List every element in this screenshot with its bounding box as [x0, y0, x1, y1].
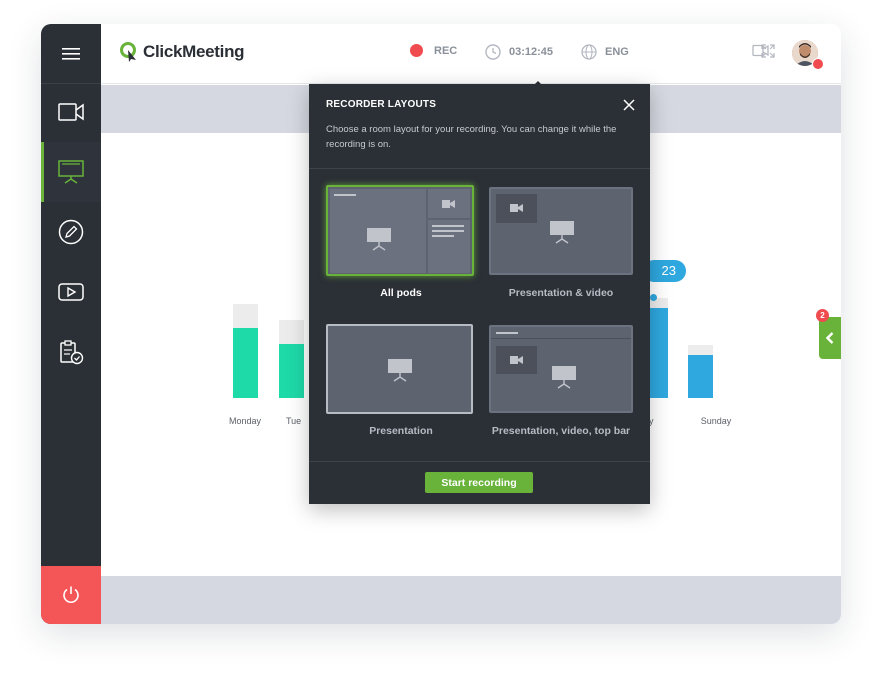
modal-divider-bottom [309, 461, 650, 462]
camera-icon [510, 356, 523, 364]
bar-monday [233, 328, 258, 398]
camera-icon [442, 200, 455, 208]
bar-sunday [688, 355, 713, 398]
layout-label-presentation-video-topbar: Presentation, video, top bar [491, 425, 631, 437]
clickmeeting-logo-icon [120, 42, 136, 62]
modal-title: RECORDER LAYOUTS [326, 99, 437, 110]
video-camera-icon [58, 103, 84, 121]
rec-label: REC [434, 44, 458, 57]
power-button[interactable] [41, 566, 101, 624]
globe-icon [581, 44, 597, 60]
layout-all-pods[interactable] [326, 185, 474, 276]
play-video-icon [58, 283, 84, 301]
camera-icon [510, 204, 523, 212]
day-label-saturday-fragment: y [649, 416, 654, 426]
record-dot-icon [410, 44, 423, 57]
bar-tuesday [279, 344, 304, 398]
day-label-monday: Monday [228, 416, 262, 426]
close-button[interactable] [621, 97, 637, 113]
layout-label-presentation: Presentation [369, 425, 433, 437]
language-selector[interactable]: ENG [581, 44, 629, 60]
sidebar-item-presentation[interactable] [41, 142, 101, 202]
side-panel-toggle[interactable] [819, 317, 841, 359]
day-label-tuesday: Tue [286, 416, 302, 426]
notification-badge: 2 [816, 309, 829, 322]
presentation-icon [367, 228, 391, 251]
day-label-sunday: Sunday [700, 416, 732, 426]
bottom-bar [101, 576, 841, 624]
layout-label-all-pods: All pods [380, 287, 422, 299]
fullscreen-icon [761, 44, 775, 58]
brand-logo: ClickMeeting [119, 41, 245, 63]
start-recording-button[interactable]: Start recording [425, 472, 533, 493]
brand-name: ClickMeeting [143, 42, 245, 61]
language-label: ENG [605, 46, 629, 58]
top-bar: ClickMeeting REC 03:12:45 ENG [101, 24, 841, 86]
modal-description: Choose a room layout for your recording.… [326, 124, 617, 150]
user-avatar[interactable] [792, 40, 824, 70]
layout-presentation-video-topbar[interactable] [489, 325, 633, 413]
chevron-left-icon [826, 332, 834, 344]
session-timer: 03:12:45 [485, 44, 553, 60]
settings-badge-icon [812, 58, 824, 70]
presentation-icon [550, 221, 574, 244]
tooltip-anchor-dot [650, 294, 657, 301]
close-icon [623, 99, 635, 111]
layout-presentation[interactable] [326, 324, 473, 414]
power-icon [63, 586, 79, 603]
presentation-icon [552, 366, 576, 389]
clipboard-check-icon [60, 340, 84, 365]
app-window: ClickMeeting REC 03:12:45 ENG Monday Tue… [41, 24, 841, 624]
sidebar-item-whiteboard[interactable] [41, 202, 101, 262]
presentation-icon [388, 359, 412, 382]
timer-value: 03:12:45 [509, 46, 554, 58]
layout-label-presentation-video: Presentation & video [508, 287, 614, 299]
sidebar-item-media[interactable] [41, 262, 101, 322]
modal-divider-top [309, 168, 650, 169]
menu-button[interactable] [41, 24, 101, 84]
hamburger-menu-icon [62, 48, 80, 60]
presentation-board-icon [58, 160, 84, 184]
pencil-edit-icon [58, 219, 84, 245]
sidebar [41, 24, 101, 624]
record-toggle[interactable]: REC [410, 44, 457, 57]
sidebar-item-tests[interactable] [41, 322, 101, 382]
sidebar-item-video[interactable] [41, 82, 101, 142]
clock-icon [485, 44, 501, 60]
layout-presentation-video[interactable] [489, 187, 633, 275]
recorder-layouts-modal: RECORDER LAYOUTS Choose a room layout fo… [309, 84, 650, 504]
